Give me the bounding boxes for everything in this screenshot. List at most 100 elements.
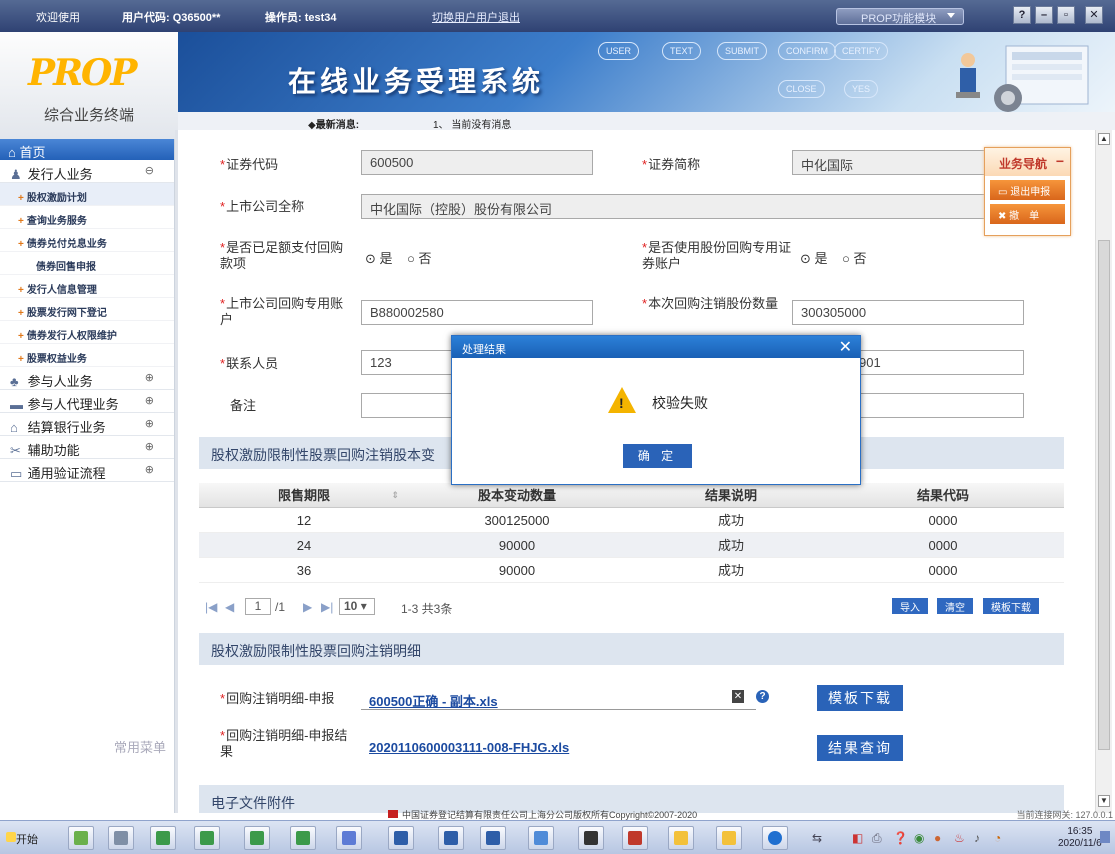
sidebar-category-issuer[interactable]: ♟ 发行人业务 ⊖	[0, 160, 174, 183]
cancel-order-button[interactable]: ✖ 撤 单	[990, 204, 1065, 224]
prev-page-icon[interactable]: ◀	[225, 600, 234, 614]
confirm-button[interactable]: 确 定	[623, 444, 692, 468]
column-header[interactable]: 限售期限 ⇕	[199, 483, 409, 507]
sidebar-category-agent[interactable]: ▬ 参与人代理业务 ⊕	[0, 390, 174, 413]
tray-app-icon[interactable]: ◧	[852, 831, 863, 845]
taskbar-app-excel-4[interactable]	[290, 826, 316, 850]
page-number-input[interactable]: 1	[245, 598, 271, 615]
cancel-shares-field[interactable]: 300305000	[792, 300, 1024, 325]
taskbar-app-word-2[interactable]	[438, 826, 464, 850]
sidebar-category-verify[interactable]: ▭ 通用验证流程 ⊕	[0, 459, 174, 482]
tray-misc-icon[interactable]: ◔	[994, 831, 1001, 845]
sidebar-item-issuer-info[interactable]: + 发行人信息管理	[0, 275, 174, 298]
clear-button[interactable]: 清空	[937, 598, 973, 614]
module-select[interactable]: PROP功能模块	[836, 8, 964, 25]
expand-icon[interactable]: ⊕	[145, 371, 154, 384]
next-page-icon[interactable]: ▶	[303, 600, 312, 614]
expand-icon[interactable]: ⊕	[145, 417, 154, 430]
table-row[interactable]: 24 90000 成功 0000	[199, 533, 1064, 558]
import-button[interactable]: 导入	[892, 598, 928, 614]
sidebar-category-tools[interactable]: ✂ 辅助功能 ⊕	[0, 436, 174, 459]
apply-file-link[interactable]: 600500正确 - 副本.xls	[369, 691, 498, 710]
scroll-down-icon[interactable]: ▼	[1098, 795, 1110, 807]
taskbar-app-network[interactable]	[108, 826, 134, 850]
tray-security-icon[interactable]: ◉	[914, 831, 924, 845]
taskbar-app-browser[interactable]	[762, 826, 788, 850]
first-page-icon[interactable]: |◀	[205, 600, 217, 614]
sidebar-item-offline-registration[interactable]: + 股票发行网下登记	[0, 298, 174, 321]
sidebar-item-bond-resale[interactable]: 债券回售申报	[0, 252, 174, 275]
taskbar-app-word-3[interactable]	[480, 826, 506, 850]
use-account-no-radio[interactable]: ○ 否	[842, 251, 866, 266]
sidebar-category-bank[interactable]: ⌂ 结算银行业务 ⊕	[0, 413, 174, 436]
taskbar-app-excel-3[interactable]	[244, 826, 270, 850]
taskbar-app-pdf[interactable]	[622, 826, 648, 850]
taskbar-app-chart[interactable]	[68, 826, 94, 850]
table-row[interactable]: 36 90000 成功 0000	[199, 558, 1064, 583]
table-cell: 12	[296, 513, 312, 528]
help-window-button[interactable]: ?	[1013, 6, 1031, 24]
sidebar-item-label: 发行人信息管理	[26, 285, 97, 296]
collapse-icon[interactable]: −	[1056, 153, 1064, 169]
taskbar-app-terminal[interactable]	[578, 826, 604, 850]
tray-update-icon[interactable]: ●	[934, 831, 941, 845]
sidebar-item-bond-payment[interactable]: + 债券兑付兑息业务	[0, 229, 174, 252]
sort-icon[interactable]: ⇕	[391, 483, 399, 508]
sidebar-item-bond-permission[interactable]: + 债券发行人权限维护	[0, 321, 174, 344]
minimize-window-button[interactable]: –	[1035, 6, 1053, 24]
contact-label: *联系人员	[220, 356, 279, 371]
sidebar-item-stock-rights[interactable]: + 股票权益业务	[0, 344, 174, 367]
scroll-up-icon[interactable]: ▲	[1098, 133, 1110, 145]
taskbar-app-excel-1[interactable]	[150, 826, 176, 850]
tray-antivirus-icon[interactable]: ♨	[954, 831, 965, 845]
flow-confirm: CONFIRM	[778, 42, 836, 60]
result-query-button[interactable]: 结果查询	[817, 735, 903, 761]
last-page-icon[interactable]: ▶|	[321, 600, 333, 614]
taskbar-app-folder-2[interactable]	[716, 826, 742, 850]
result-file-link[interactable]: 2020110600003111-008-FHJG.xls	[369, 740, 569, 755]
close-window-button[interactable]: ✕	[1085, 6, 1103, 24]
template-download-button[interactable]: 模板下载	[817, 685, 903, 711]
taskbar-clock[interactable]: 16:35 2020/11/6	[1058, 826, 1102, 850]
collapse-icon[interactable]: ⊖	[145, 164, 154, 177]
taskbar-app-excel-2[interactable]	[194, 826, 220, 850]
scroll-thumb[interactable]	[1098, 240, 1110, 750]
use-account-yes-radio[interactable]: ⊙ 是	[800, 251, 828, 266]
taskbar-app-search[interactable]	[528, 826, 554, 850]
expand-icon[interactable]: ⊕	[145, 463, 154, 476]
vertical-scrollbar[interactable]: ▲ ▼	[1095, 130, 1112, 813]
exit-declaration-button[interactable]: ▭ 退出申报	[990, 180, 1065, 200]
company-name-field[interactable]: 中化国际（控股）股份有限公司	[361, 194, 1021, 219]
logout-link[interactable]: 用户退出	[476, 9, 520, 25]
taskbar-app-word-1[interactable]	[388, 826, 414, 850]
tray-network-icon[interactable]: ⇆	[812, 831, 822, 845]
expand-icon[interactable]: ⊕	[145, 440, 154, 453]
sidebar-category-participant[interactable]: ♣ 参与人业务 ⊕	[0, 367, 174, 390]
table-row[interactable]: 12 300125000 成功 0000	[199, 508, 1064, 533]
page-size-select[interactable]: 10 ▾	[339, 598, 375, 615]
paid-no-radio[interactable]: ○ 否	[407, 251, 431, 266]
show-desktop-button[interactable]	[1100, 831, 1110, 843]
security-code-field[interactable]: 600500	[361, 150, 593, 175]
sidebar-item-query[interactable]: + 查询业务服务	[0, 206, 174, 229]
help-icon[interactable]: ?	[756, 690, 769, 703]
taskbar-app-paint[interactable]	[336, 826, 362, 850]
start-button[interactable]: 开始	[6, 827, 46, 849]
template-download-small-button[interactable]: 模板下载	[983, 598, 1039, 614]
tray-help-icon[interactable]: ❓	[893, 831, 908, 845]
expand-icon[interactable]: ⊕	[145, 394, 154, 407]
restore-window-button[interactable]: ▫	[1057, 6, 1075, 24]
close-icon[interactable]: ✕	[839, 337, 852, 357]
taskbar-app-folder-1[interactable]	[668, 826, 694, 850]
tray-volume-icon[interactable]: ♪	[974, 831, 980, 845]
delete-file-icon[interactable]: ✕	[732, 690, 744, 703]
account-field[interactable]: B880002580	[361, 300, 593, 325]
sidebar-item-home[interactable]: ⌂ 首页	[0, 139, 174, 160]
business-nav-header[interactable]: 业务导航 −	[985, 148, 1070, 176]
paid-yes-radio[interactable]: ⊙ 是	[365, 251, 393, 266]
clock-date: 2020/11/6	[1058, 838, 1102, 849]
flow-submit: SUBMIT	[717, 42, 768, 60]
sidebar-item-equity-incentive[interactable]: + 股权激励计划	[0, 183, 174, 206]
switch-user-link[interactable]: 切换用户	[432, 9, 476, 25]
tray-printer-icon[interactable]: ⎙	[872, 831, 882, 846]
